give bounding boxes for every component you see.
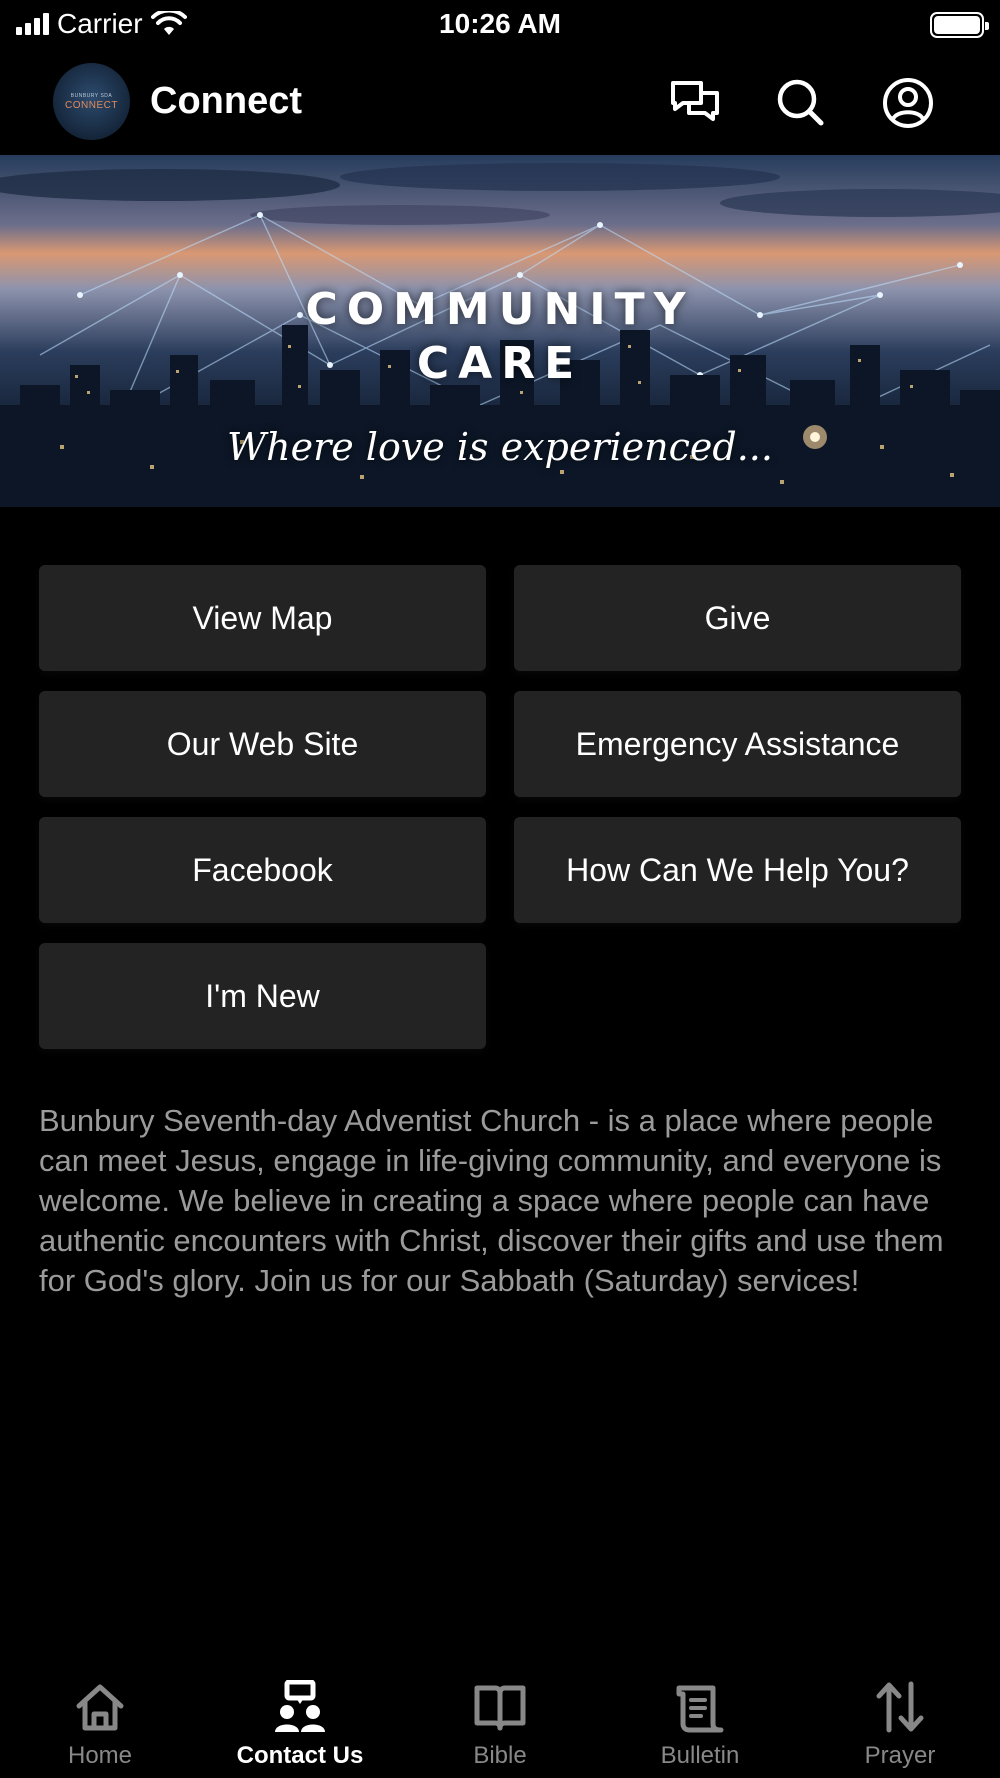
facebook-button[interactable]: Facebook [39, 817, 486, 923]
tab-home-label: Home [67, 1742, 133, 1769]
banner-title: COMMUNITY CARE [305, 284, 695, 389]
view-map-button[interactable]: View Map [39, 565, 486, 671]
tab-bible[interactable]: Bible [400, 1660, 600, 1778]
sort-arrows-icon [876, 1681, 924, 1733]
give-button[interactable]: Give [514, 565, 961, 671]
battery-icon [930, 12, 989, 38]
how-can-we-help-button[interactable]: How Can We Help You? [514, 817, 961, 923]
tab-home[interactable]: Home [0, 1660, 200, 1778]
app-title: Connect [150, 80, 302, 122]
emergency-assistance-button[interactable]: Emergency Assistance [514, 691, 961, 797]
im-new-button[interactable]: I'm New [39, 943, 486, 1049]
app-logo[interactable]: BUNBURY SDA CONNECT [53, 63, 130, 140]
chat-icon[interactable] [667, 75, 723, 131]
tab-bulletin-label: Bulletin [660, 1742, 740, 1769]
status-bar: Carrier 10:26 AM [0, 0, 1000, 50]
tab-prayer[interactable]: Prayer [800, 1660, 1000, 1778]
community-care-banner[interactable]: COMMUNITY CARE Where love is experienced… [0, 155, 1000, 507]
profile-icon[interactable] [880, 75, 936, 131]
book-icon [474, 1685, 526, 1731]
contact-icon [275, 1680, 325, 1732]
tab-contact-us-label: Contact Us [236, 1742, 364, 1769]
search-icon[interactable] [773, 75, 829, 131]
logo-text-small: BUNBURY SDA [70, 92, 113, 99]
status-time: 10:26 AM [439, 8, 561, 39]
tab-prayer-label: Prayer [864, 1742, 936, 1769]
tab-bible-label: Bible [473, 1742, 527, 1769]
home-icon [76, 1684, 124, 1731]
app-header: BUNBURY SDA CONNECT Connect [0, 55, 1000, 155]
church-description: Bunbury Seventh-day Adventist Church - i… [39, 1103, 944, 1298]
tab-contact-us[interactable]: Contact Us [200, 1660, 400, 1778]
tab-bulletin[interactable]: Bulletin [600, 1660, 800, 1778]
scroll-icon [676, 1685, 724, 1733]
bottom-tab-bar: Home Contact Us Bible Bulletin Prayer [0, 1660, 1000, 1778]
logo-text-main: CONNECT [65, 99, 118, 111]
our-web-site-button[interactable]: Our Web Site [39, 691, 486, 797]
banner-tagline: Where love is experienced... [227, 425, 773, 469]
